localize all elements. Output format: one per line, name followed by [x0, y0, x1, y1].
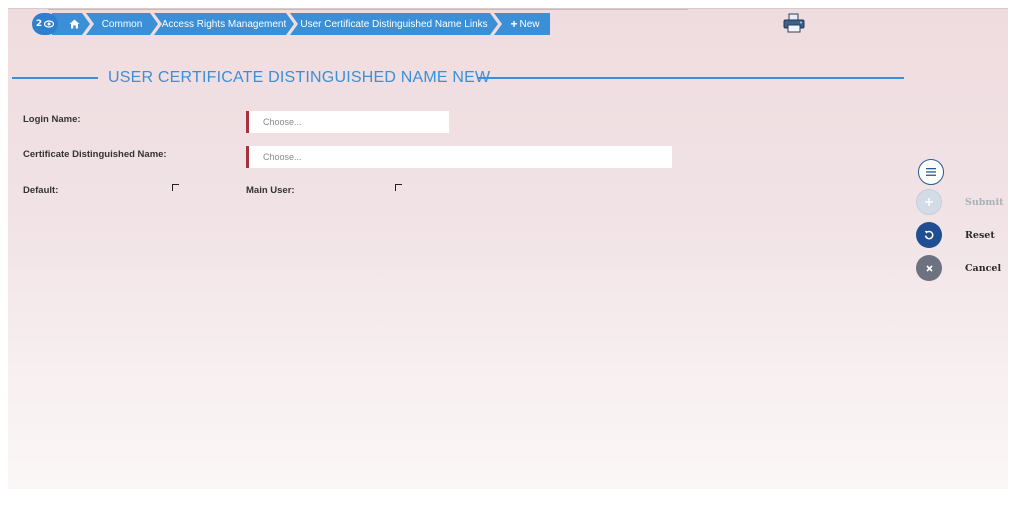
- open-views-counter[interactable]: 2: [32, 13, 58, 35]
- plus-icon: +: [510, 17, 518, 31]
- home-icon: [69, 19, 80, 29]
- breadcrumb-new-label: New: [519, 18, 540, 30]
- top-divider: [48, 9, 688, 10]
- undo-icon: [924, 230, 934, 240]
- breadcrumb-access-rights-management[interactable]: Access Rights Management: [154, 13, 294, 35]
- submit-label[interactable]: Submit: [965, 197, 1003, 208]
- reset-button[interactable]: [916, 222, 942, 248]
- breadcrumb-new[interactable]: + New: [494, 13, 550, 35]
- reset-label[interactable]: Reset: [965, 230, 995, 241]
- open-views-count: 2: [35, 19, 43, 29]
- default-checkbox[interactable]: [172, 184, 179, 191]
- page-title: USER CERTIFICATE DISTINGUISHED NAME NEW: [108, 69, 491, 86]
- certificate-dn-label: Certificate Distinguished Name:: [23, 149, 167, 160]
- page-background: 2 Common Access Rights Management User C…: [8, 8, 1008, 489]
- title-rule-right: [478, 77, 904, 79]
- title-rule-left: [12, 77, 98, 79]
- breadcrumb-user-certificate-dn-links[interactable]: User Certificate Distinguished Name Link…: [290, 13, 498, 35]
- breadcrumb-common-label: Common: [101, 18, 143, 30]
- main-user-checkbox[interactable]: [395, 184, 402, 191]
- login-name-field[interactable]: [246, 111, 449, 133]
- main-user-label: Main User:: [246, 185, 295, 196]
- submit-button[interactable]: [916, 189, 942, 215]
- login-name-label: Login Name:: [23, 114, 81, 125]
- eye-icon: [44, 20, 55, 28]
- cancel-button[interactable]: [916, 255, 942, 281]
- certificate-dn-field[interactable]: [246, 146, 672, 168]
- printer-icon[interactable]: [782, 13, 806, 33]
- breadcrumb-common[interactable]: Common: [86, 13, 158, 35]
- cancel-label[interactable]: Cancel: [965, 263, 1001, 274]
- breadcrumb-access-rights-label: Access Rights Management: [161, 18, 287, 30]
- menu-icon: [926, 168, 936, 176]
- default-label: Default:: [23, 185, 59, 196]
- breadcrumb-ucdn-links-label: User Certificate Distinguished Name Link…: [300, 18, 488, 30]
- actions-menu-button[interactable]: [918, 159, 944, 185]
- close-icon: [925, 264, 933, 272]
- plus-icon: [925, 198, 933, 206]
